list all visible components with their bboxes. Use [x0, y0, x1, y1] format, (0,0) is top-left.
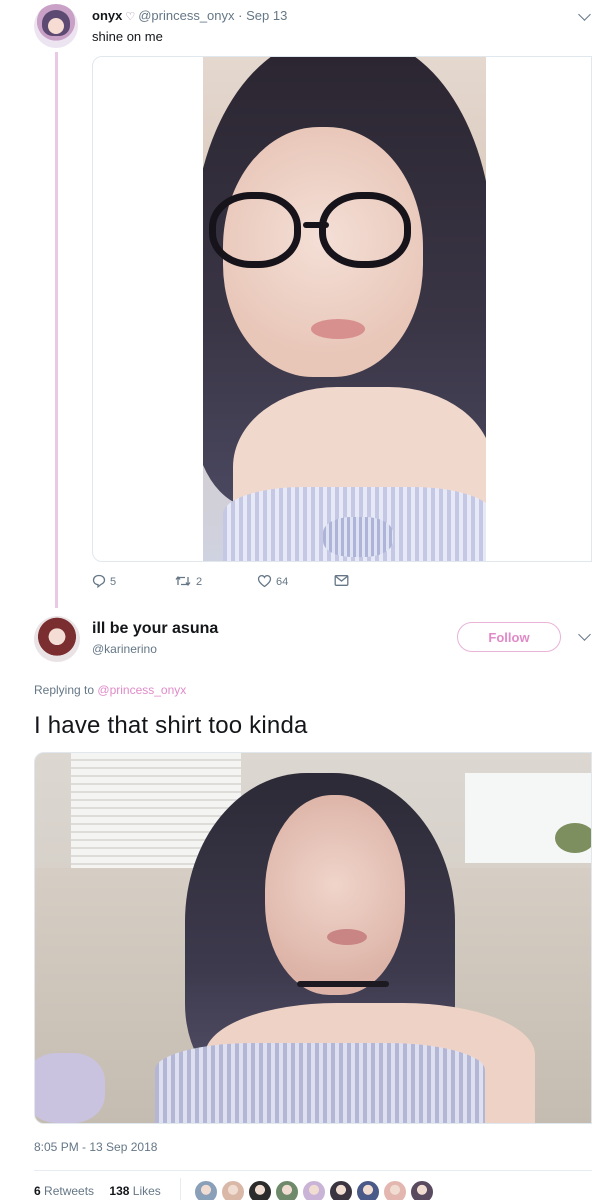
retweet-icon — [174, 574, 192, 590]
tweet2-display-name[interactable]: ill be your asuna — [92, 620, 218, 638]
reply-icon — [92, 574, 106, 590]
likes-count[interactable]: 138 — [109, 1184, 129, 1198]
tweet1-avatar[interactable] — [34, 4, 78, 48]
message-action[interactable] — [334, 574, 349, 589]
liker-avatar[interactable] — [302, 1180, 326, 1200]
tweet1-display-name[interactable]: onyx — [92, 8, 122, 23]
tweet1-media[interactable] — [92, 56, 592, 562]
tweet2-stats: 6 Retweets 138 Likes — [34, 1184, 161, 1198]
tweet1-text: shine on me — [92, 29, 163, 44]
avatar-face — [48, 18, 64, 34]
tweet1-date[interactable]: Sep 13 — [246, 8, 287, 23]
retweets-label[interactable]: Retweets — [44, 1184, 94, 1198]
chevron-down-icon[interactable] — [578, 628, 591, 641]
like-action[interactable]: 64 — [257, 574, 288, 590]
stats-separator — [180, 1178, 181, 1200]
liker-avatar[interactable] — [248, 1180, 272, 1200]
chevron-down-icon[interactable] — [578, 8, 591, 21]
photo-choker — [297, 981, 389, 987]
glasses-left-lens — [209, 192, 301, 268]
heart-symbol: ♡ — [125, 11, 136, 23]
liker-avatars — [194, 1180, 434, 1200]
photo-face — [265, 795, 405, 995]
tweet2-avatar[interactable] — [34, 616, 80, 662]
liker-avatar[interactable] — [194, 1180, 218, 1200]
replying-mention-link[interactable]: @princess_onyx — [97, 683, 186, 697]
photo-lips — [311, 319, 365, 339]
follow-button[interactable]: Follow — [457, 622, 561, 652]
likes-label[interactable]: Likes — [133, 1184, 161, 1198]
tweet2-text: I have that shirt too kinda — [34, 712, 308, 739]
thread-line — [55, 52, 58, 608]
tweet1-header: onyx ♡ @princess_onyx · Sep 13 — [92, 8, 287, 23]
divider — [34, 1170, 592, 1171]
tweet2-timestamp[interactable]: 8:05 PM - 13 Sep 2018 — [34, 1140, 157, 1154]
reply-action[interactable]: 5 — [92, 574, 116, 590]
striped-top — [155, 1043, 485, 1123]
liker-avatar[interactable] — [410, 1180, 434, 1200]
liker-avatar[interactable] — [356, 1180, 380, 1200]
liker-avatar[interactable] — [329, 1180, 353, 1200]
photo-lips — [327, 929, 367, 945]
retweets-count[interactable]: 6 — [34, 1184, 41, 1198]
liker-avatar[interactable] — [383, 1180, 407, 1200]
envelope-icon — [334, 574, 349, 589]
retweet-action[interactable]: 2 — [174, 574, 202, 590]
retweet-count: 2 — [196, 576, 203, 588]
liker-avatar[interactable] — [275, 1180, 299, 1200]
glasses-bridge — [303, 222, 329, 228]
striped-bow — [323, 517, 393, 557]
replying-prefix: Replying to — [34, 683, 95, 697]
heart-icon — [257, 574, 272, 590]
separator-dot: · — [238, 8, 243, 23]
tweet1-photo[interactable] — [203, 57, 486, 561]
reply-count: 5 — [110, 576, 117, 588]
replying-to: Replying to @princess_onyx — [34, 683, 186, 697]
tweet2-media[interactable] — [34, 752, 592, 1124]
like-count: 64 — [276, 576, 289, 588]
glasses-right-lens — [319, 192, 411, 268]
liker-avatar[interactable] — [221, 1180, 245, 1200]
photo-pillow — [35, 1053, 105, 1123]
tweet1-handle[interactable]: @princess_onyx — [138, 8, 234, 23]
tweet2-handle[interactable]: @karinerino — [92, 642, 157, 656]
photo-plant — [555, 823, 591, 853]
